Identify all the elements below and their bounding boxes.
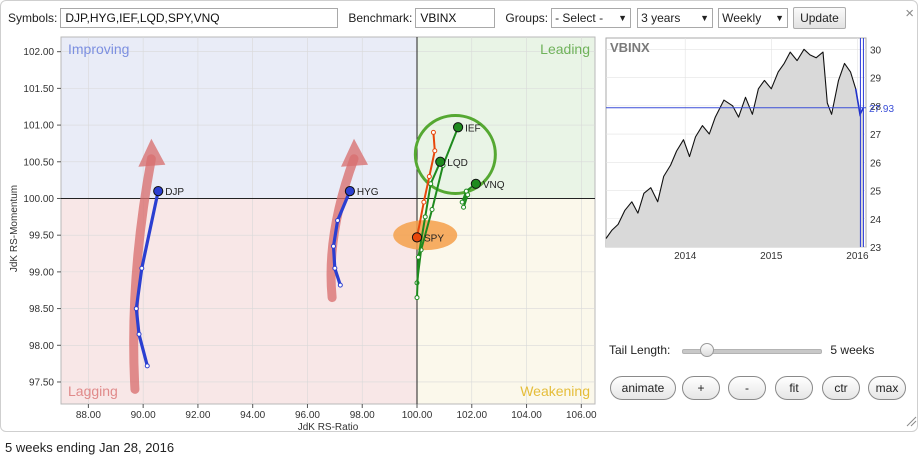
x-tick-label: 88.00 — [76, 410, 101, 421]
resize-grip-icon[interactable] — [905, 415, 917, 427]
maximize-button[interactable]: max — [868, 376, 906, 400]
y-tick-label: 98.00 — [29, 341, 54, 352]
benchmark-x-tick-label: 2015 — [760, 251, 783, 260]
x-tick-label: 96.00 — [295, 410, 320, 421]
benchmark-x-tick-label: 2014 — [674, 251, 697, 260]
chart-controls: animate + - fit ctr max — [610, 376, 906, 400]
benchmark-y-tick-label: 27 — [870, 130, 882, 141]
x-tick-label: 100.00 — [402, 410, 433, 421]
tail-length-label: Tail Length: — [609, 343, 671, 357]
y-tick-label: 97.50 — [29, 377, 54, 388]
benchmark-y-tick-label: 26 — [870, 158, 882, 169]
x-tick-label: 90.00 — [131, 410, 156, 421]
x-axis-label: JdK RS-Ratio — [298, 422, 359, 432]
benchmark-chart: 23242526272829302014 2015 201627.93VBINX — [605, 37, 894, 260]
zoom-out-button[interactable]: - — [728, 376, 766, 400]
animate-button[interactable]: animate — [610, 376, 676, 400]
quadrant-label-lagging: Lagging — [68, 383, 118, 399]
benchmark-y-tick-label: 29 — [870, 74, 882, 85]
benchmark-y-tick-label: 24 — [870, 215, 882, 226]
x-tick-label: 92.00 — [185, 410, 210, 421]
benchmark-y-tick-label: 30 — [870, 45, 882, 56]
zoom-in-button[interactable]: + — [682, 376, 720, 400]
fit-button[interactable]: fit — [775, 376, 813, 400]
benchmark-x-tick-label: 2016 — [846, 251, 869, 260]
benchmark-title: VBINX — [610, 40, 650, 55]
tail-point-djp — [144, 363, 150, 369]
tail-length-control: Tail Length: 5 weeks — [609, 343, 874, 357]
tail-point-djp — [139, 265, 145, 271]
slider-handle[interactable] — [700, 343, 715, 357]
benchmark-y-tick-label: 23 — [870, 243, 882, 254]
tail-length-slider[interactable] — [682, 343, 823, 357]
x-tick-label: 106.00 — [566, 410, 597, 421]
center-button[interactable]: ctr — [822, 376, 860, 400]
caption: 5 weeks ending Jan 28, 2016 — [5, 440, 175, 455]
x-tick-label: 98.00 — [350, 410, 375, 421]
tail-point-lqd — [414, 295, 420, 301]
tail-point-djp — [136, 331, 142, 337]
quadrant-label-weakening: Weakening — [520, 383, 590, 399]
x-tick-label: 94.00 — [240, 410, 265, 421]
x-tick-label: 104.00 — [511, 410, 542, 421]
x-tick-label: 102.00 — [456, 410, 487, 421]
tail-length-value: 5 weeks — [830, 343, 875, 357]
benchmark-y-tick-label: 25 — [870, 187, 882, 198]
y-tick-label: 98.50 — [29, 304, 54, 315]
tail-point-djp — [133, 306, 139, 312]
benchmark-current-value: 27.93 — [869, 104, 894, 115]
y-tick-label: 99.00 — [29, 267, 54, 278]
tail-point-hyg — [337, 282, 343, 288]
tail-point-hyg — [332, 265, 338, 271]
